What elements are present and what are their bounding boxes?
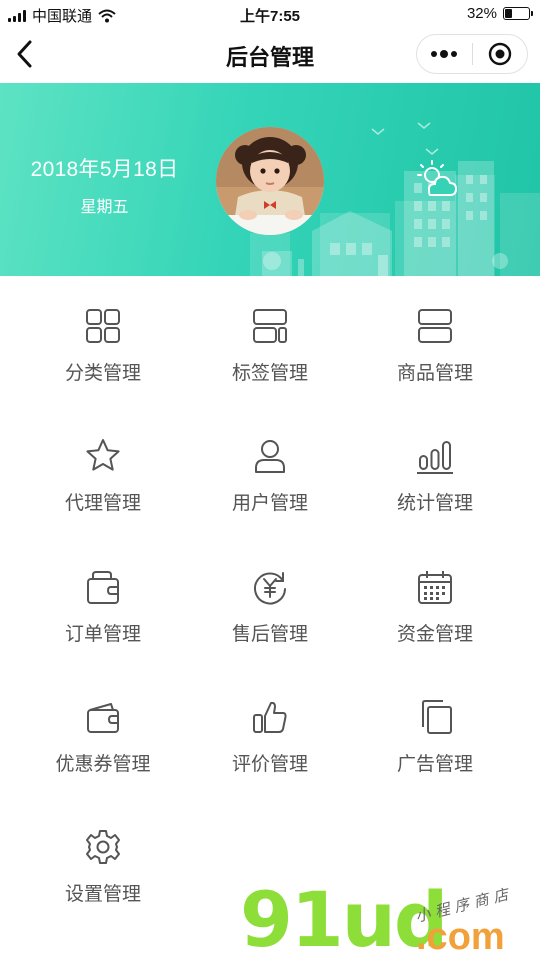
category-grid-icon: [86, 309, 120, 343]
yen-refresh-icon: [254, 572, 286, 605]
gear-icon: [86, 830, 120, 864]
header-banner: 2018年5月18日 星期五: [0, 83, 540, 276]
menu-label: 用户管理: [231, 493, 308, 514]
partly-cloudy-icon: [417, 160, 458, 196]
menu-item-category[interactable]: 分类管理: [20, 306, 186, 416]
battery-percent: 32%: [466, 5, 497, 22]
menu-label: 商品管理: [396, 363, 473, 384]
menu-item-settings[interactable]: 设置管理: [20, 827, 186, 937]
coupon-wallet-icon: [87, 703, 119, 733]
status-right: 32%: [466, 5, 533, 22]
tag-layout-icon: [253, 309, 287, 343]
target-circle-icon: [488, 42, 511, 66]
close-miniprogram-button[interactable]: [473, 35, 528, 73]
menu-item-after-sales[interactable]: 售后管理: [187, 567, 353, 677]
calendar-icon: [418, 571, 452, 604]
menu-label: 订单管理: [64, 624, 141, 645]
product-stack-icon: [418, 309, 452, 343]
status-bar: 中国联通 上午7:55 32%: [0, 0, 540, 28]
avatar[interactable]: [216, 127, 324, 235]
menu-item-products[interactable]: 商品管理: [352, 306, 518, 416]
status-time: 上午7:55: [239, 8, 301, 25]
menu-label: 优惠券管理: [55, 754, 151, 775]
date-text: 2018年5月18日: [30, 158, 179, 181]
menu-item-tags[interactable]: 标签管理: [187, 306, 353, 416]
nav-bar: 后台管理: [0, 28, 540, 82]
menu-item-ads[interactable]: 广告管理: [352, 697, 518, 807]
menu-item-statistics[interactable]: 统计管理: [352, 436, 518, 546]
bar-chart-icon: [417, 441, 453, 474]
battery-icon: [503, 7, 533, 20]
more-dots-icon: [431, 50, 458, 58]
menu-item-reviews[interactable]: 评价管理: [187, 697, 353, 807]
watermark-domain: .com: [416, 916, 505, 958]
menu-item-users[interactable]: 用户管理: [187, 436, 353, 546]
thumbs-up-icon: [253, 701, 287, 733]
date-block: 2018年5月18日 星期五: [22, 153, 187, 217]
menu-label: 标签管理: [231, 363, 308, 384]
menu-label: 统计管理: [396, 493, 473, 514]
menu-label: 售后管理: [231, 624, 308, 645]
capsule-menu: [416, 34, 528, 74]
copy-pages-icon: [422, 700, 452, 734]
avatar-photo: [216, 127, 324, 235]
menu-label: 设置管理: [64, 884, 141, 905]
menu-label: 评价管理: [231, 754, 308, 775]
menu-label: 代理管理: [64, 493, 141, 514]
more-button[interactable]: [417, 35, 472, 73]
menu-item-funds[interactable]: 资金管理: [352, 567, 518, 677]
menu-label: 分类管理: [64, 363, 141, 384]
menu-label: 广告管理: [396, 754, 473, 775]
menu-label: 资金管理: [396, 624, 473, 645]
user-icon: [255, 440, 285, 473]
watermark: 91ud 小程序商店 .com: [238, 880, 538, 960]
menu-item-coupons[interactable]: 优惠券管理: [20, 697, 186, 807]
menu-item-agents[interactable]: 代理管理: [20, 436, 186, 546]
star-icon: [86, 439, 120, 471]
weekday-text: 星期五: [80, 199, 129, 216]
wallet-icon: [87, 571, 119, 604]
battery-fill: [505, 9, 513, 18]
menu-item-orders[interactable]: 订单管理: [20, 567, 186, 677]
